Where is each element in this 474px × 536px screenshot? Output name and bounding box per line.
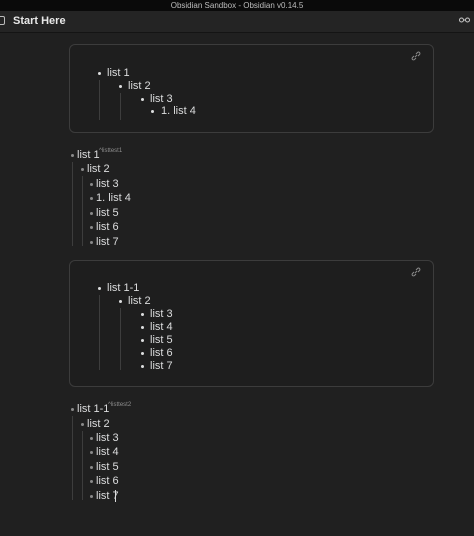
indent-guide [72,162,73,246]
indent-guide [120,308,121,370]
bullet [119,300,122,303]
bullet [141,98,144,101]
block-id-tag: ^listtest1 [99,148,123,154]
document-icon[interactable] [0,16,5,25]
list-item[interactable]: list 2 [87,418,110,431]
bullet [90,495,93,498]
indent-guide [82,176,83,246]
indent-guide [120,93,121,120]
list-item[interactable]: 1. list 4 [96,192,131,205]
glasses-icon[interactable] [459,15,470,25]
list-item[interactable]: list 5 [96,207,119,220]
list-item[interactable]: list 4 [150,321,173,334]
link-icon[interactable] [411,51,421,64]
bullet [119,85,122,88]
bullet [90,197,93,200]
list-item[interactable]: list 1-1 [107,282,139,295]
indent-guide [82,431,83,500]
list-item[interactable]: list 1 [77,149,100,162]
window-title: Obsidian Sandbox - Obsidian v0.14.5 [170,1,304,10]
list-item[interactable]: list 2 [128,80,151,93]
bullet [141,352,144,355]
indent-guide [99,80,100,120]
list-item[interactable]: list 2 [87,163,110,176]
bullet [141,326,144,329]
bullet [141,339,144,342]
bullet [81,168,84,171]
note-title[interactable]: Start Here [13,15,66,27]
list-item[interactable]: list 4 [96,446,119,459]
list-item[interactable]: list 6 [150,347,173,360]
link-icon[interactable] [411,267,421,280]
note-header [0,11,474,33]
embed-block-listtest1[interactable] [69,44,434,133]
bullet [71,408,74,411]
bullet [90,183,93,186]
bullet [81,423,84,426]
list-item[interactable]: 1. list 4 [161,105,196,118]
window-titlebar: Obsidian Sandbox - Obsidian v0.14.5 [0,0,474,11]
indent-guide [72,416,73,500]
list-item[interactable]: list 3 [96,432,119,445]
list-item[interactable]: list 6 [96,221,119,234]
bullet [90,226,93,229]
list-item[interactable]: list 1-1 [77,403,109,416]
bullet [151,110,154,113]
text-cursor [115,490,116,502]
bullet [141,313,144,316]
list-item[interactable]: list 2 [128,295,151,308]
list-item[interactable]: list 5 [96,461,119,474]
bullet [90,480,93,483]
block-id-tag: ^listtest2 [108,402,132,408]
list-item[interactable]: list 7 [96,236,119,249]
embed-block-listtest2[interactable] [69,260,434,387]
bullet [141,365,144,368]
bullet [90,437,93,440]
indent-guide [99,295,100,370]
list-item[interactable]: list 3 [150,308,173,321]
bullet [71,154,74,157]
list-item[interactable]: list 6 [96,475,119,488]
list-item[interactable]: list 5 [150,334,173,347]
bullet [98,287,101,290]
bullet [90,212,93,215]
bullet [90,241,93,244]
bullet [90,466,93,469]
bullet [90,451,93,454]
list-item[interactable]: list 3 [96,178,119,191]
bullet [98,72,101,75]
list-item[interactable]: list 1 [107,67,130,80]
list-item[interactable]: list 7 [150,360,173,373]
